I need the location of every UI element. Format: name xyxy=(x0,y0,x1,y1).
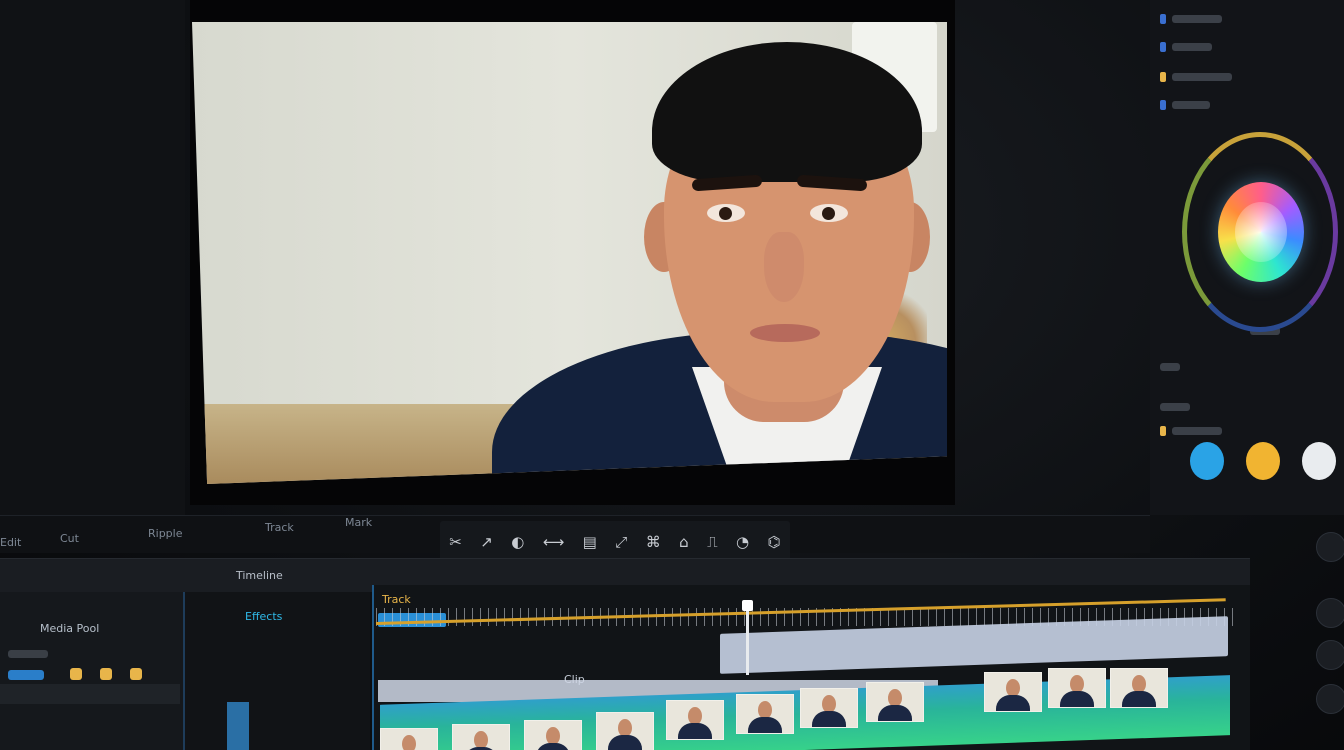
tool-button[interactable]: ⎍ xyxy=(707,533,718,551)
media-pool-item[interactable] xyxy=(130,668,142,680)
media-pool-item[interactable] xyxy=(8,650,48,658)
side-button[interactable] xyxy=(1316,684,1344,714)
tool-button[interactable]: ⤢ xyxy=(615,533,627,551)
left-eye xyxy=(707,204,745,222)
status-item[interactable]: Track xyxy=(265,521,294,534)
tool-button[interactable]: ⌘ xyxy=(646,533,661,551)
tool-button[interactable]: ⌂ xyxy=(679,533,689,551)
side-button[interactable] xyxy=(1316,532,1344,562)
status-item[interactable]: Ripple xyxy=(148,527,183,540)
blue-swatch-button[interactable] xyxy=(1190,442,1224,480)
track-label: Track xyxy=(382,593,411,606)
side-button[interactable] xyxy=(1316,598,1344,628)
left-panel xyxy=(0,0,185,520)
media-pool-title: Media Pool xyxy=(40,622,100,635)
tool-button[interactable]: ⌬ xyxy=(768,533,781,551)
media-pool-item[interactable] xyxy=(0,684,180,704)
media-pool-item[interactable] xyxy=(8,670,44,680)
side-button[interactable] xyxy=(1316,640,1344,670)
media-pool-panel: Media Pool xyxy=(0,592,185,750)
tool-button[interactable]: ▤ xyxy=(583,533,597,551)
video-clip-thumbnails[interactable] xyxy=(380,668,1230,750)
clip-thumbnail[interactable] xyxy=(736,694,794,734)
media-pool-item[interactable] xyxy=(100,668,112,680)
clip-thumbnail[interactable] xyxy=(1110,668,1168,708)
editor-window: Edit Cut Ripple Track Mark ✂ ↗ ◐ ⟷ ▤ ⤢ ⌘… xyxy=(0,0,1344,750)
hair xyxy=(652,42,922,182)
tool-button[interactable]: ⟷ xyxy=(543,533,565,551)
timeline-header-label: Timeline xyxy=(236,569,283,582)
clip-thumbnail[interactable] xyxy=(1048,668,1106,708)
tool-button[interactable]: ✂ xyxy=(449,533,462,551)
edit-toolbar: ✂ ↗ ◐ ⟷ ▤ ⤢ ⌘ ⌂ ⎍ ◔ ⌬ xyxy=(440,521,790,563)
effects-title: Effects xyxy=(245,610,283,623)
color-wheel-icon[interactable] xyxy=(1218,182,1304,282)
clip-thumbnail[interactable] xyxy=(666,700,724,740)
clip-thumbnail[interactable] xyxy=(380,728,438,750)
status-item[interactable]: Edit xyxy=(0,536,21,549)
color-panel-row[interactable] xyxy=(1160,8,1222,30)
clip-thumbnail[interactable] xyxy=(596,712,654,750)
effects-panel: Effects xyxy=(185,592,370,750)
person xyxy=(492,42,947,484)
effects-level-bar xyxy=(227,702,249,750)
video-preview[interactable] xyxy=(192,22,947,484)
clip-thumbnail[interactable] xyxy=(452,724,510,750)
tool-button[interactable]: ◔ xyxy=(736,533,749,551)
media-pool-item[interactable] xyxy=(70,668,82,680)
color-panel-row[interactable] xyxy=(1160,356,1180,378)
playhead[interactable] xyxy=(742,600,753,675)
status-item[interactable]: Mark xyxy=(345,516,372,529)
color-panel-row[interactable] xyxy=(1160,36,1212,58)
right-eye xyxy=(810,204,848,222)
yellow-swatch-button[interactable] xyxy=(1246,442,1280,480)
mouth xyxy=(750,324,820,342)
color-panel-row[interactable] xyxy=(1160,396,1190,418)
color-panel-row[interactable] xyxy=(1160,94,1210,116)
clip-thumbnail[interactable] xyxy=(984,672,1042,712)
white-swatch-button[interactable] xyxy=(1302,442,1336,480)
color-panel-row[interactable] xyxy=(1160,420,1222,442)
tool-button[interactable]: ↗ xyxy=(480,533,493,551)
tool-button[interactable]: ◐ xyxy=(511,533,524,551)
clip-thumbnail[interactable] xyxy=(524,720,582,750)
color-panel-row[interactable] xyxy=(1160,66,1232,88)
nose xyxy=(764,232,804,302)
status-item[interactable]: Cut xyxy=(60,532,79,545)
clip-thumbnail[interactable] xyxy=(866,682,924,722)
clip-thumbnail[interactable] xyxy=(800,688,858,728)
